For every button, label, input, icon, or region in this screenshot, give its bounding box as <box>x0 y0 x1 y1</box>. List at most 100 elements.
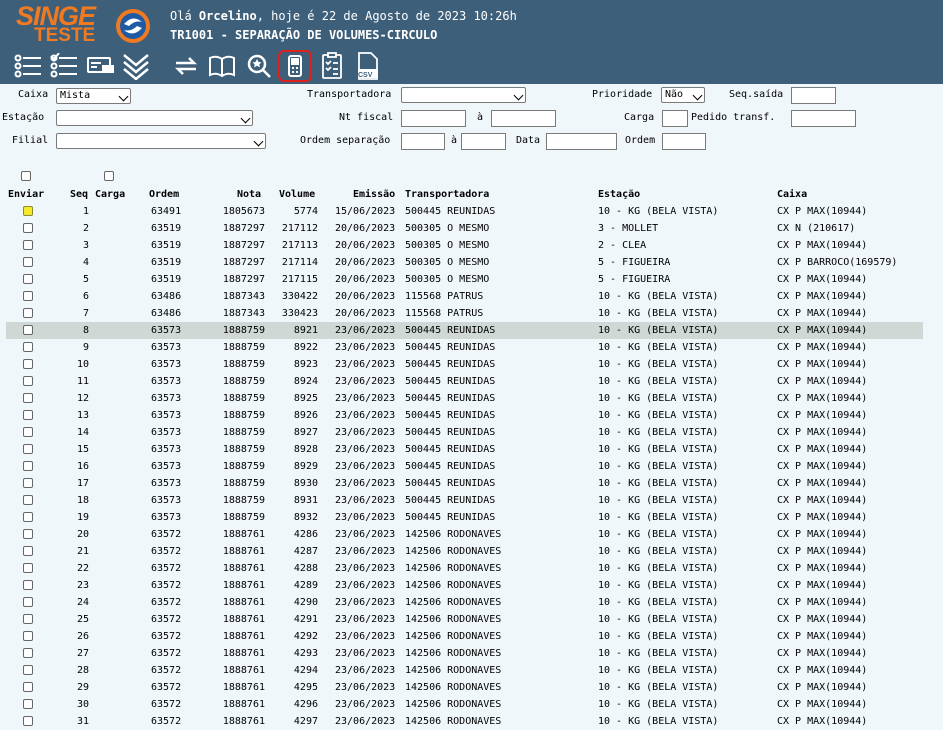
enviar-checkbox[interactable] <box>23 631 33 641</box>
handheld-device-icon[interactable] <box>278 50 312 82</box>
table-row[interactable]: 8 63573 1888759 8921 23/06/2023 500445 REUNID… <box>6 322 923 339</box>
estacao-select[interactable] <box>56 110 253 126</box>
cell-volume: 330423 <box>281 308 318 319</box>
book-icon[interactable] <box>206 51 238 81</box>
transportadora-select[interactable] <box>401 87 526 103</box>
table-row[interactable]: 6 63486 1887343 330422 20/06/2023 115568 PATR… <box>6 288 923 305</box>
enviar-checkbox[interactable] <box>23 274 33 284</box>
prioridade-select[interactable]: Não <box>661 87 705 103</box>
enviar-checkbox[interactable] <box>23 359 33 369</box>
table-row[interactable]: 22 63572 1888761 4288 23/06/2023 142506 RODON… <box>6 560 923 577</box>
ordem-input[interactable] <box>662 133 706 150</box>
enviar-checkbox[interactable] <box>23 325 33 335</box>
cell-volume: 8927 <box>293 427 318 438</box>
enviar-checkbox[interactable] <box>23 461 33 471</box>
table-row[interactable]: 30 63572 1888761 4296 23/06/2023 142506 RODON… <box>6 696 923 713</box>
table-row[interactable]: 3 63519 1887297 217113 20/06/2023 500305 O ME… <box>6 237 923 254</box>
table-row[interactable]: 10 63573 1888759 8923 23/06/2023 500445 REUNI… <box>6 356 923 373</box>
nt-fiscal-to-input[interactable] <box>491 110 556 127</box>
ordem-separacao-from-input[interactable] <box>401 133 445 150</box>
enviar-checkbox[interactable] <box>23 665 33 675</box>
cell-transp: 500305 O MESMO <box>405 257 490 268</box>
enviar-checkbox[interactable] <box>23 546 33 556</box>
table-row[interactable]: 23 63572 1888761 4289 23/06/2023 142506 RODON… <box>6 577 923 594</box>
list-icon[interactable] <box>12 51 44 81</box>
enviar-checkbox[interactable] <box>23 410 33 420</box>
table-row[interactable]: 20 63572 1888761 4286 23/06/2023 142506 RODON… <box>6 526 923 543</box>
cell-volume: 4286 <box>293 529 318 540</box>
ordem-separacao-to-input[interactable] <box>461 133 506 150</box>
csv-icon[interactable]: CSV <box>352 51 384 81</box>
table-row[interactable]: 9 63573 1888759 8922 23/06/2023 500445 REUNID… <box>6 339 923 356</box>
table-row[interactable]: 25 63572 1888761 4291 23/06/2023 142506 RODON… <box>6 611 923 628</box>
search-star-icon[interactable] <box>243 51 275 81</box>
enviar-checkbox[interactable] <box>23 257 33 267</box>
filial-select[interactable] <box>56 133 266 149</box>
table-row[interactable]: 11 63573 1888759 8924 23/06/2023 500445 REUNI… <box>6 373 923 390</box>
enviar-checkbox[interactable] <box>23 223 33 233</box>
table-row[interactable]: 28 63572 1888761 4294 23/06/2023 142506 RODON… <box>6 662 923 679</box>
enviar-checkbox[interactable] <box>23 495 33 505</box>
enviar-checkbox[interactable] <box>23 716 33 726</box>
enviar-checkbox[interactable] <box>23 291 33 301</box>
enviar-checkbox[interactable] <box>23 376 33 386</box>
enviar-checkbox[interactable] <box>23 240 33 250</box>
cell-emissao: 23/06/2023 <box>335 597 396 608</box>
enviar-checkbox[interactable] <box>23 614 33 624</box>
table-row[interactable]: 16 63573 1888759 8929 23/06/2023 500445 REUNI… <box>6 458 923 475</box>
seq-saida-input[interactable] <box>791 87 836 104</box>
carga-input[interactable] <box>662 110 688 127</box>
enviar-checkbox[interactable] <box>23 682 33 692</box>
enviar-checkbox[interactable] <box>23 393 33 403</box>
table-row[interactable]: 5 63519 1887297 217115 20/06/2023 500305 O ME… <box>6 271 923 288</box>
pedido-transf-input[interactable] <box>791 110 856 127</box>
table-row[interactable]: 14 63573 1888759 8927 23/06/2023 500445 REUNI… <box>6 424 923 441</box>
table-row[interactable]: 19 63573 1888759 8932 23/06/2023 500445 REUNI… <box>6 509 923 526</box>
data-input[interactable] <box>546 133 617 150</box>
table-row[interactable]: 27 63572 1888761 4293 23/06/2023 142506 RODON… <box>6 645 923 662</box>
enviar-checkbox[interactable] <box>23 563 33 573</box>
nt-fiscal-from-input[interactable] <box>401 110 466 127</box>
enviar-checkbox[interactable] <box>23 512 33 522</box>
enviar-checkbox[interactable] <box>23 206 33 216</box>
card-icon[interactable] <box>84 51 116 81</box>
table-row[interactable]: 1 63491 1805673 5774 15/06/2023 500445 REUNID… <box>6 203 923 220</box>
user-name: Orcelino <box>198 9 257 23</box>
enviar-checkbox[interactable] <box>23 699 33 709</box>
table-row[interactable]: 21 63572 1888761 4287 23/06/2023 142506 RODON… <box>6 543 923 560</box>
nt-fiscal-to-label: à <box>477 112 484 123</box>
select-all-enviar-checkbox[interactable] <box>21 171 31 181</box>
checklist-icon[interactable] <box>48 51 80 81</box>
enviar-checkbox[interactable] <box>23 648 33 658</box>
enviar-checkbox[interactable] <box>23 342 33 352</box>
enviar-checkbox[interactable] <box>23 580 33 590</box>
table-row[interactable]: 2 63519 1887297 217112 20/06/2023 500305 O ME… <box>6 220 923 237</box>
select-all-carga-checkbox[interactable] <box>104 171 114 181</box>
table-row[interactable]: 24 63572 1888761 4290 23/06/2023 142506 RODON… <box>6 594 923 611</box>
cell-estacao: 10 - KG (BELA VISTA) <box>598 546 719 557</box>
ordem-separacao-label: Ordem separação <box>300 135 391 146</box>
chevrons-down-icon[interactable] <box>120 51 152 81</box>
cell-estacao: 10 - KG (BELA VISTA) <box>598 512 719 523</box>
enviar-checkbox[interactable] <box>23 444 33 454</box>
cell-estacao: 10 - KG (BELA VISTA) <box>598 699 719 710</box>
table-row[interactable]: 29 63572 1888761 4295 23/06/2023 142506 RODON… <box>6 679 923 696</box>
table-row[interactable]: 4 63519 1887297 217114 20/06/2023 500305 O ME… <box>6 254 923 271</box>
table-row[interactable]: 26 63572 1888761 4292 23/06/2023 142506 RODON… <box>6 628 923 645</box>
table-row[interactable]: 15 63573 1888759 8928 23/06/2023 500445 REUNI… <box>6 441 923 458</box>
enviar-checkbox[interactable] <box>23 478 33 488</box>
table-row[interactable]: 13 63573 1888759 8926 23/06/2023 500445 REUNI… <box>6 407 923 424</box>
cell-estacao: 10 - KG (BELA VISTA) <box>598 444 719 455</box>
table-row[interactable]: 18 63573 1888759 8931 23/06/2023 500445 REUNI… <box>6 492 923 509</box>
enviar-checkbox[interactable] <box>23 597 33 607</box>
enviar-checkbox[interactable] <box>23 427 33 437</box>
table-row[interactable]: 17 63573 1888759 8930 23/06/2023 500445 REUNI… <box>6 475 923 492</box>
table-row[interactable]: 31 63572 1888761 4297 23/06/2023 142506 RODON… <box>6 713 923 730</box>
task-list-icon[interactable] <box>316 51 348 81</box>
table-row[interactable]: 12 63573 1888759 8925 23/06/2023 500445 REUNI… <box>6 390 923 407</box>
table-row[interactable]: 7 63486 1887343 330423 20/06/2023 115568 PATR… <box>6 305 923 322</box>
caixa-select[interactable]: Mista <box>56 88 131 104</box>
enviar-checkbox[interactable] <box>23 529 33 539</box>
enviar-checkbox[interactable] <box>23 308 33 318</box>
refresh-icon[interactable] <box>170 51 202 81</box>
